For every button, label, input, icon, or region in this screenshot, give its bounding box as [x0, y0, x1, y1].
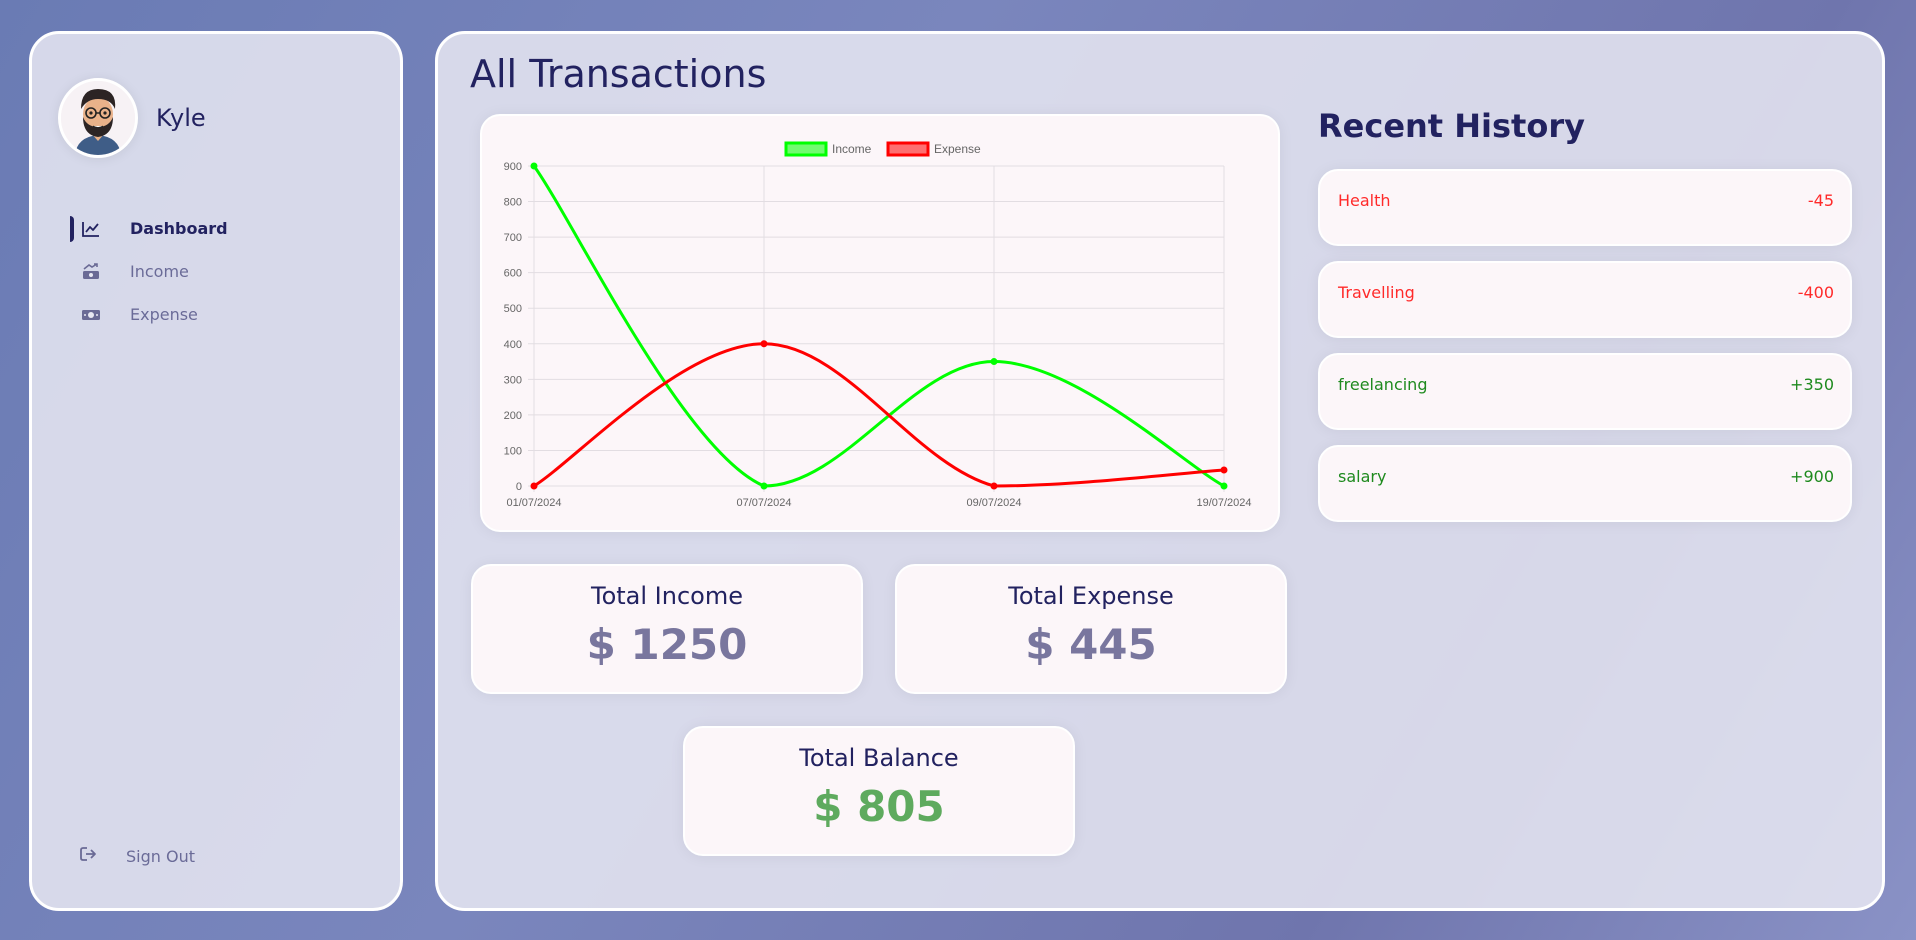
y-tick-label: 200 [504, 410, 522, 422]
expense-data-point [1220, 466, 1228, 474]
y-tick-label: 400 [504, 339, 522, 351]
history-item: Health -45 [1318, 169, 1852, 246]
x-tick-label: 09/07/2024 [966, 497, 1021, 509]
total-expense-value: $ 445 [1025, 620, 1157, 669]
history-item-title: Travelling [1338, 283, 1415, 302]
avatar [58, 78, 138, 158]
sign-out-icon [80, 846, 98, 866]
x-tick-label: 19/07/2024 [1196, 497, 1251, 509]
history-item-amount: -45 [1807, 191, 1834, 210]
total-expense-card: Total Expense $ 445 [895, 564, 1287, 694]
y-tick-label: 700 [504, 232, 522, 244]
total-balance-value: $ 805 [813, 782, 945, 831]
expense-data-point [530, 482, 538, 490]
history-item-amount: +350 [1790, 375, 1834, 394]
total-expense-label: Total Expense [1008, 582, 1174, 610]
income-series-line [532, 165, 1225, 488]
history-item-title: Health [1338, 191, 1391, 210]
history-item-title: freelancing [1338, 375, 1428, 394]
chart-canvas: 0 100 200 300 400 500 600 700 800 900 01/07/2024 07… [504, 141, 1252, 509]
sidebar: Kyle Dashboard Income Expense Sign Out [29, 31, 403, 911]
sidebar-item-dashboard[interactable]: Dashboard [70, 207, 370, 250]
chart-line-icon [80, 219, 102, 239]
sidebar-item-label: Income [130, 262, 189, 281]
sidebar-nav: Dashboard Income Expense [70, 207, 370, 336]
y-tick-label: 800 [504, 197, 522, 209]
x-tick-label: 01/07/2024 [506, 497, 561, 509]
total-income-label: Total Income [591, 582, 743, 610]
sidebar-item-label: Dashboard [130, 219, 228, 238]
total-balance-label: Total Balance [799, 744, 959, 772]
history-item-amount: +900 [1790, 467, 1834, 486]
income-data-point [990, 358, 998, 366]
history-item: Travelling -400 [1318, 261, 1852, 338]
user-name: Kyle [156, 104, 206, 132]
history-item: freelancing +350 [1318, 353, 1852, 430]
expense-legend-label: Expense [934, 142, 981, 156]
history-item-title: salary [1338, 467, 1387, 486]
history-item: salary +900 [1318, 445, 1852, 522]
sidebar-item-expense[interactable]: Expense [70, 293, 370, 336]
page-title: All Transactions [470, 52, 767, 96]
income-legend-swatch [784, 141, 828, 157]
history-item-amount: -400 [1797, 283, 1834, 302]
expense-legend-swatch [886, 141, 930, 157]
income-data-point [1220, 482, 1228, 490]
total-income-value: $ 1250 [586, 620, 748, 669]
y-tick-label: 300 [504, 374, 522, 386]
money-trend-icon [80, 262, 102, 282]
sidebar-item-income[interactable]: Income [70, 250, 370, 293]
y-tick-label: 500 [504, 303, 522, 315]
avatar-illustration [61, 81, 135, 155]
y-tick-label: 100 [504, 445, 522, 457]
money-bill-icon [80, 305, 102, 325]
y-tick-label: 900 [504, 161, 522, 173]
sign-out-button[interactable]: Sign Out [80, 846, 195, 866]
sign-out-label: Sign Out [126, 846, 195, 866]
y-tick-label: 0 [516, 481, 522, 493]
income-data-point [530, 162, 538, 170]
income-legend-label: Income [832, 142, 872, 156]
expense-data-point [990, 482, 998, 490]
main-panel: All Transactions 0 100 200 300 400 500 600 700 8… [435, 31, 1885, 911]
recent-history-list: Health -45 Travelling -400 freelancing +… [1318, 169, 1852, 537]
transactions-chart: 0 100 200 300 400 500 600 700 800 900 01/07/2024 07… [480, 114, 1280, 532]
recent-history-title: Recent History [1318, 107, 1585, 145]
user-profile: Kyle [58, 78, 206, 158]
income-data-point [760, 482, 768, 490]
y-tick-label: 600 [504, 268, 522, 280]
expense-data-point [760, 340, 768, 348]
sidebar-item-label: Expense [130, 305, 198, 324]
x-tick-label: 07/07/2024 [736, 497, 791, 509]
total-income-card: Total Income $ 1250 [471, 564, 863, 694]
total-balance-card: Total Balance $ 805 [683, 726, 1075, 856]
